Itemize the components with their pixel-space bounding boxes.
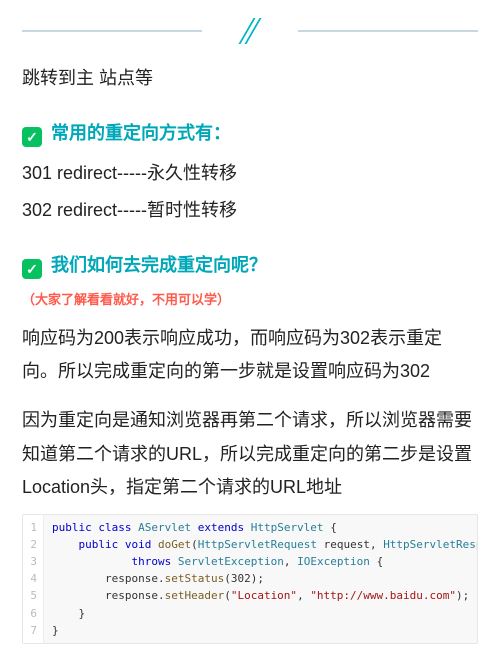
spacer	[22, 392, 478, 404]
document-page: 跳转到主 站点等 ✓ 常用的重定向方式有： 301 redirect-----永…	[0, 0, 500, 668]
decor-dash-right	[298, 30, 478, 32]
header-decoration	[22, 18, 478, 44]
section1-heading: 常用的重定向方式有：	[51, 123, 231, 143]
spacer	[22, 231, 478, 249]
code-line-5: response.setHeader("Location", "http://w…	[52, 589, 469, 602]
check-icon: ✓	[22, 127, 42, 147]
decor-dash-left	[22, 30, 202, 32]
section2-note: （大家了解看看就好，不用可以学）	[22, 292, 230, 307]
decor-slash-box	[230, 18, 270, 44]
section2-heading-row: ✓ 我们如何去完成重定向呢？ （大家了解看看就好，不用可以学）	[22, 249, 478, 316]
section2-para1: 响应码为200表示响应成功，而响应码为302表示重定向。所以完成重定向的第一步就…	[22, 322, 478, 389]
code-block: 1234567 public class AServlet extends Ht…	[22, 514, 478, 643]
intro-text: 跳转到主 站点等	[22, 62, 478, 95]
code-line-3: throws ServletException, IOException {	[52, 555, 383, 568]
code-line-1: public class AServlet extends HttpServle…	[52, 521, 337, 534]
code-body: public class AServlet extends HttpServle…	[44, 515, 477, 642]
code-line-6: }	[52, 607, 85, 620]
code-line-4: response.setStatus(302);	[52, 572, 264, 585]
section2-para2: 因为重定向是通知浏览器再第二个请求，所以浏览器需要知道第二个请求的URL，所以完…	[22, 404, 478, 504]
section1-heading-row: ✓ 常用的重定向方式有：	[22, 117, 478, 150]
code-gutter: 1234567	[23, 515, 44, 642]
section2-heading: 我们如何去完成重定向呢？	[51, 255, 267, 275]
check-icon: ✓	[22, 259, 42, 279]
section1-line2: 302 redirect-----暂时性转移	[22, 194, 478, 227]
code-line-7: }	[52, 624, 59, 637]
section1-line1: 301 redirect-----永久性转移	[22, 157, 478, 190]
code-line-2: public void doGet(HttpServletRequest req…	[52, 538, 477, 551]
